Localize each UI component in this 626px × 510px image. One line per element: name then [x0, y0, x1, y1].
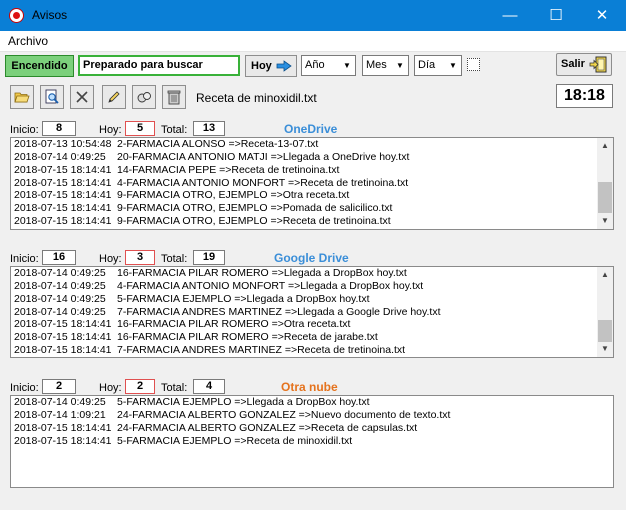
chevron-down-icon: ▼: [449, 61, 457, 70]
googledrive-total-count: 19: [193, 250, 225, 265]
total-label: Total:: [161, 382, 188, 394]
list-item[interactable]: 2018-07-15 18:14:41 9-FARMACIA OTRO, EJEM…: [11, 189, 613, 202]
app-icon: [9, 8, 24, 23]
menu-bar: [0, 31, 626, 51]
open-folder-icon: [14, 92, 30, 103]
delete-x-icon: [76, 91, 88, 103]
exit-button[interactable]: Salir: [556, 53, 612, 76]
date-checkbox[interactable]: [467, 58, 480, 71]
googledrive-inicio-count: 16: [42, 250, 76, 265]
hoy-label: Hoy:: [99, 124, 122, 136]
onedrive-hoy-count: 5: [125, 121, 155, 136]
exit-door-icon: [589, 56, 607, 73]
list-item[interactable]: 2018-07-14 0:49:25 16-FARMACIA PILAR ROME…: [11, 267, 613, 280]
otranube-inicio-count: 2: [42, 379, 76, 394]
month-combo-value: Mes: [366, 59, 387, 71]
clear-icon: [137, 92, 151, 103]
hoy-label: Hoy:: [99, 253, 122, 265]
otranube-title: Otra nube: [281, 380, 338, 394]
day-combo[interactable]: Día ▼: [414, 55, 462, 76]
pencil-icon: [108, 91, 120, 103]
exit-button-label: Salir: [561, 58, 585, 70]
hoy-label: Hoy:: [99, 382, 122, 394]
list-item[interactable]: 2018-07-14 0:49:25 5-FARMACIA EJEMPLO =>L…: [11, 293, 613, 306]
onedrive-scrollbar[interactable]: ▲ ▼: [597, 138, 613, 229]
status-text-field: Preparado para buscar: [78, 55, 240, 76]
trash-icon: [167, 90, 181, 105]
list-item[interactable]: 2018-07-15 18:14:41 16-FARMACIA PILAR ROM…: [11, 318, 613, 331]
onedrive-total-count: 13: [193, 121, 225, 136]
month-combo[interactable]: Mes ▼: [362, 55, 409, 76]
list-item[interactable]: 2018-07-15 18:14:41 4-FARMACIA ANTONIO MO…: [11, 177, 613, 190]
list-item[interactable]: 2018-07-14 0:49:25 7-FARMACIA ANDRES MART…: [11, 306, 613, 319]
list-item[interactable]: 2018-07-15 18:14:41 9-FARMACIA OTRO, EJEM…: [11, 215, 613, 228]
list-item[interactable]: 2018-07-15 18:14:41 7-FARMACIA ANDRES MAR…: [11, 344, 613, 357]
list-item[interactable]: 2018-07-14 1:09:21 24-FARMACIA ALBERTO GO…: [11, 409, 613, 422]
close-button[interactable]: ✕: [579, 0, 625, 31]
list-item[interactable]: 2018-07-15 18:14:41 16-FARMACIA PILAR ROM…: [11, 331, 613, 344]
open-folder-button[interactable]: [10, 85, 34, 109]
list-item[interactable]: 2018-07-14 0:49:25 5-FARMACIA EJEMPLO =>L…: [11, 396, 613, 409]
list-item[interactable]: 2018-07-15 18:14:41 9-FARMACIA OTRO, EJEM…: [11, 202, 613, 215]
day-combo-value: Día: [418, 59, 436, 71]
googledrive-hoy-count: 3: [125, 250, 155, 265]
window-title: Avisos: [32, 8, 68, 22]
onedrive-title: OneDrive: [284, 122, 338, 136]
onedrive-list[interactable]: 2018-07-13 10:54:48 2-FARMACIA ALONSO =>R…: [10, 137, 614, 230]
document-search-icon: [45, 89, 59, 104]
search-document-button[interactable]: [40, 85, 64, 109]
inicio-label: Inicio:: [10, 124, 39, 136]
scroll-thumb[interactable]: [598, 320, 612, 342]
total-label: Total:: [161, 124, 188, 136]
year-combo[interactable]: Año ▼: [301, 55, 356, 76]
googledrive-scrollbar[interactable]: ▲ ▼: [597, 267, 613, 357]
current-file-label: Receta de minoxidil.txt: [196, 91, 317, 105]
scroll-thumb[interactable]: [598, 182, 612, 213]
scroll-down-icon[interactable]: ▼: [597, 341, 613, 357]
edit-button[interactable]: [102, 85, 126, 109]
chevron-down-icon: ▼: [396, 61, 404, 70]
year-combo-value: Año: [305, 59, 325, 71]
list-item[interactable]: 2018-07-13 10:54:48 2-FARMACIA ALONSO =>R…: [11, 138, 613, 151]
onedrive-inicio-count: 8: [42, 121, 76, 136]
googledrive-title: Google Drive: [274, 251, 349, 265]
list-item[interactable]: 2018-07-15 18:14:41 14-FARMACIA PEPE =>Re…: [11, 164, 613, 177]
minimize-button[interactable]: —: [487, 0, 533, 31]
list-item[interactable]: 2018-07-15 18:14:41 5-FARMACIA EJEMPLO =>…: [11, 435, 613, 448]
hoy-button-label: Hoy: [251, 60, 272, 72]
scroll-down-icon[interactable]: ▼: [597, 213, 613, 229]
menu-archivo[interactable]: Archivo: [8, 34, 48, 48]
delete-button[interactable]: [70, 85, 94, 109]
hoy-button[interactable]: Hoy: [245, 55, 297, 77]
clear-button[interactable]: [132, 85, 156, 109]
trash-button[interactable]: [162, 85, 186, 109]
scroll-up-icon[interactable]: ▲: [597, 138, 613, 154]
googledrive-list[interactable]: 2018-07-14 0:49:25 16-FARMACIA PILAR ROME…: [10, 266, 614, 358]
total-label: Total:: [161, 253, 188, 265]
list-item[interactable]: 2018-07-14 0:49:25 4-FARMACIA ANTONIO MON…: [11, 280, 613, 293]
maximize-button[interactable]: ☐: [533, 0, 579, 31]
arrow-right-icon: [276, 60, 292, 72]
otranube-total-count: 4: [193, 379, 225, 394]
inicio-label: Inicio:: [10, 382, 39, 394]
list-item[interactable]: 2018-07-14 0:49:25 20-FARMACIA ANTONIO MA…: [11, 151, 613, 164]
otranube-hoy-count: 2: [125, 379, 155, 394]
clock-display: 18:18: [556, 84, 613, 108]
inicio-label: Inicio:: [10, 253, 39, 265]
status-toggle-button[interactable]: Encendido: [5, 55, 74, 77]
otranube-list[interactable]: 2018-07-14 0:49:25 5-FARMACIA EJEMPLO =>L…: [10, 395, 614, 488]
chevron-down-icon: ▼: [343, 61, 351, 70]
list-item[interactable]: 2018-07-15 18:14:41 24-FARMACIA ALBERTO G…: [11, 422, 613, 435]
scroll-up-icon[interactable]: ▲: [597, 267, 613, 283]
